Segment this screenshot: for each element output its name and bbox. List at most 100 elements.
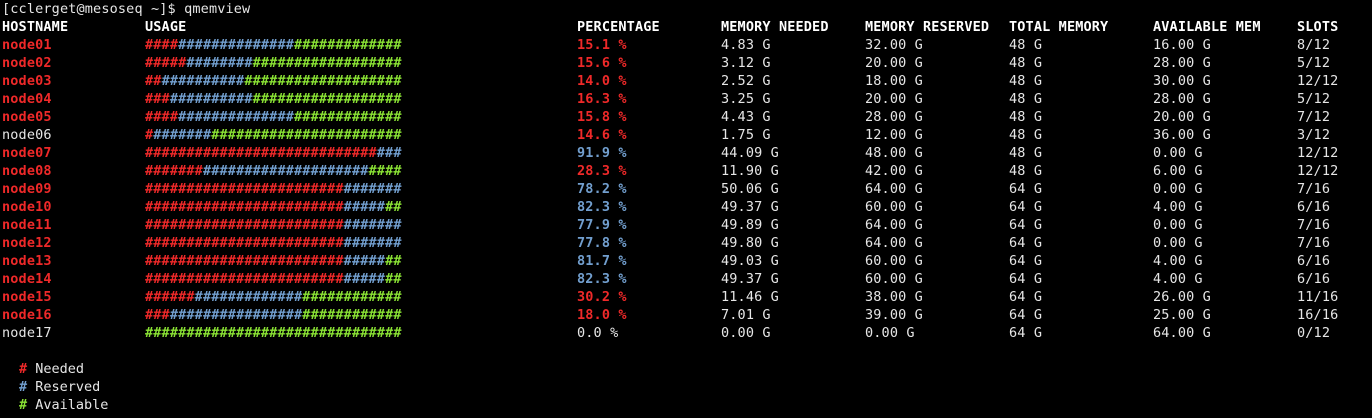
hostname-cell: node17 xyxy=(2,325,52,341)
usage-bar: ############################### xyxy=(145,54,402,72)
usage-bar: ############################### xyxy=(145,180,402,198)
hostname-cell: node06 xyxy=(2,127,52,143)
hostname-cell: node15 xyxy=(2,289,52,305)
available-mem-cell: 16.00 G xyxy=(1153,37,1211,53)
usage-bar-reserved-segment: ########## xyxy=(161,73,245,89)
total-memory-cell: 64 G xyxy=(1009,217,1043,233)
memory-needed-cell: 4.43 G xyxy=(721,109,771,125)
available-mem-cell: 28.00 G xyxy=(1153,91,1211,107)
usage-bar-available-segment: ############# xyxy=(294,37,402,53)
percentage-cell: 14.0 % xyxy=(577,73,627,89)
total-memory-cell: 48 G xyxy=(1009,145,1043,161)
available-mem-cell: 6.00 G xyxy=(1153,163,1203,179)
total-memory-cell: 48 G xyxy=(1009,37,1043,53)
legend-swatch: # xyxy=(19,361,28,377)
available-mem-cell: 0.00 G xyxy=(1153,217,1203,233)
header-percentage: PERCENTAGE xyxy=(577,19,660,35)
usage-bar: ############################### xyxy=(145,216,402,234)
usage-bar: ############################### xyxy=(145,144,402,162)
memory-reserved-cell: 32.00 G xyxy=(865,37,923,53)
hostname-cell: node12 xyxy=(2,235,52,251)
available-mem-cell: 28.00 G xyxy=(1153,55,1211,71)
available-mem-cell: 4.00 G xyxy=(1153,199,1203,215)
header-memory-needed: MEMORY NEEDED xyxy=(721,19,829,35)
usage-bar-reserved-segment: ####### xyxy=(153,127,212,143)
available-mem-cell: 25.00 G xyxy=(1153,307,1211,323)
available-mem-cell: 26.00 G xyxy=(1153,289,1211,305)
usage-bar-reserved-segment: ####### xyxy=(343,217,402,233)
percentage-cell: 18.0 % xyxy=(577,307,627,323)
usage-bar-needed-segment: #### xyxy=(145,37,179,53)
usage-bar-available-segment: ## xyxy=(385,199,402,215)
memory-needed-cell: 49.80 G xyxy=(721,235,779,251)
usage-bar: ############################### xyxy=(145,288,402,306)
memory-needed-cell: 49.89 G xyxy=(721,217,779,233)
header-hostname: HOSTNAME xyxy=(2,19,69,35)
usage-bar-needed-segment: ###### xyxy=(145,289,195,305)
total-memory-cell: 48 G xyxy=(1009,73,1043,89)
usage-bar: ############################### xyxy=(145,234,402,252)
slots-cell: 7/12 xyxy=(1297,109,1331,125)
hostname-cell: node03 xyxy=(2,73,52,89)
legend-item-needed: # Needed xyxy=(19,360,84,378)
terminal-window[interactable]: [cclerget@mesoseq ~]$ qmemview HOSTNAME … xyxy=(2,0,1370,418)
usage-bar-needed-segment: ### xyxy=(145,91,170,107)
memory-reserved-cell: 48.00 G xyxy=(865,145,923,161)
usage-bar: ############################### xyxy=(145,72,402,90)
memory-reserved-cell: 64.00 G xyxy=(865,217,923,233)
percentage-cell: 81.7 % xyxy=(577,253,627,269)
usage-bar-needed-segment: ######################## xyxy=(145,235,344,251)
slots-cell: 12/12 xyxy=(1297,73,1339,89)
usage-bar-reserved-segment: ######## xyxy=(186,55,253,71)
usage-bar-available-segment: ############# xyxy=(294,109,402,125)
percentage-cell: 15.1 % xyxy=(577,37,627,53)
usage-bar: ############################### xyxy=(145,126,402,144)
usage-bar: ############################### xyxy=(145,324,402,342)
slots-cell: 0/12 xyxy=(1297,325,1331,341)
available-mem-cell: 0.00 G xyxy=(1153,145,1203,161)
hostname-cell: node04 xyxy=(2,91,52,107)
usage-bar-available-segment: ## xyxy=(385,271,402,287)
total-memory-cell: 64 G xyxy=(1009,235,1043,251)
hostname-cell: node09 xyxy=(2,181,52,197)
percentage-cell: 14.6 % xyxy=(577,127,627,143)
usage-bar-available-segment: ################## xyxy=(252,91,402,107)
usage-bar: ############################### xyxy=(145,36,402,54)
memory-needed-cell: 1.75 G xyxy=(721,127,771,143)
memory-needed-cell: 7.01 G xyxy=(721,307,771,323)
header-usage: USAGE xyxy=(145,19,187,35)
usage-bar-available-segment: #### xyxy=(368,163,402,179)
memory-reserved-cell: 0.00 G xyxy=(865,325,915,341)
usage-bar-reserved-segment: #################### xyxy=(202,163,369,179)
memory-reserved-cell: 20.00 G xyxy=(865,91,923,107)
usage-bar-needed-segment: ######################## xyxy=(145,217,344,233)
usage-bar-reserved-segment: ############## xyxy=(178,37,295,53)
slots-cell: 7/16 xyxy=(1297,181,1331,197)
percentage-cell: 77.8 % xyxy=(577,235,627,251)
hostname-cell: node10 xyxy=(2,199,52,215)
percentage-cell: 91.9 % xyxy=(577,145,627,161)
available-mem-cell: 20.00 G xyxy=(1153,109,1211,125)
slots-cell: 12/12 xyxy=(1297,163,1339,179)
usage-bar-available-segment: ############################### xyxy=(145,325,402,341)
usage-bar-needed-segment: ############################ xyxy=(145,145,377,161)
usage-bar-needed-segment: ######################## xyxy=(145,253,344,269)
total-memory-cell: 48 G xyxy=(1009,109,1043,125)
percentage-cell: 77.9 % xyxy=(577,217,627,233)
memory-needed-cell: 2.52 G xyxy=(721,73,771,89)
slots-cell: 6/16 xyxy=(1297,253,1331,269)
memory-needed-cell: 11.46 G xyxy=(721,289,779,305)
percentage-cell: 28.3 % xyxy=(577,163,627,179)
usage-bar-needed-segment: ##### xyxy=(145,55,187,71)
legend-swatch: # xyxy=(19,397,28,413)
slots-cell: 8/12 xyxy=(1297,37,1331,53)
hostname-cell: node02 xyxy=(2,55,52,71)
percentage-cell: 30.2 % xyxy=(577,289,627,305)
total-memory-cell: 48 G xyxy=(1009,163,1043,179)
hostname-cell: node11 xyxy=(2,217,52,233)
hostname-cell: node14 xyxy=(2,271,52,287)
available-mem-cell: 4.00 G xyxy=(1153,253,1203,269)
table-header: HOSTNAME USAGE PERCENTAGE MEMORY NEEDED … xyxy=(2,18,1338,36)
usage-bar-available-segment: ################### xyxy=(244,73,402,89)
total-memory-cell: 64 G xyxy=(1009,271,1043,287)
